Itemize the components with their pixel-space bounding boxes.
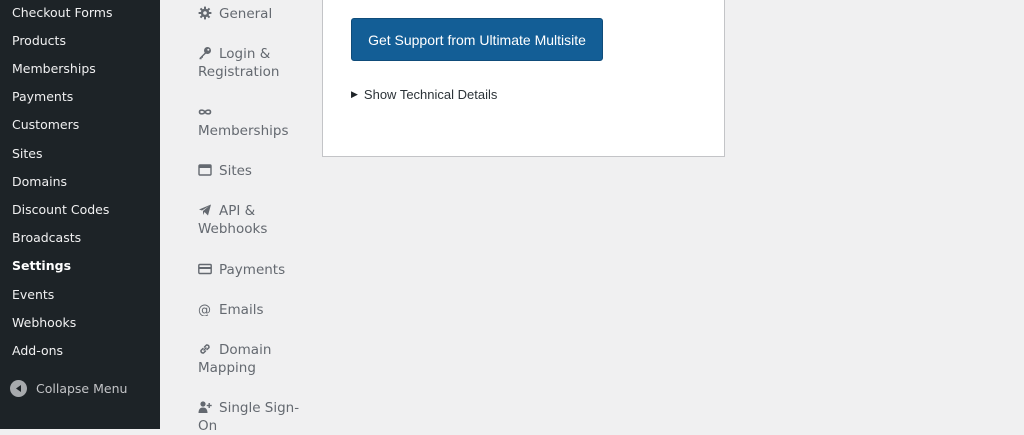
menu-item-domains[interactable]: Domains [0, 168, 160, 196]
technical-details-label: Show Technical Details [363, 87, 498, 102]
gear-icon [198, 6, 212, 20]
menu-item-webhooks[interactable]: Webhooks [0, 309, 160, 337]
admin-sidebar: Checkout Forms Products Memberships Paym… [0, 0, 160, 429]
settings-nav-emails-label: Emails [219, 302, 264, 318]
settings-nav-sites[interactable]: Sites [198, 162, 308, 180]
credit-card-icon [198, 262, 212, 276]
settings-nav-payments[interactable]: Payments [198, 261, 308, 279]
at-sign-icon: @ [198, 302, 212, 316]
menu-item-customers[interactable]: Customers [0, 111, 160, 139]
settings-nav-domain-mapping[interactable]: Domain Mapping [198, 341, 308, 377]
settings-nav-single-sign-on[interactable]: Single Sign-On [198, 399, 308, 435]
settings-nav-memberships[interactable]: Memberships [198, 104, 308, 140]
get-support-button[interactable]: Get Support from Ultimate Multisite [351, 18, 603, 61]
browser-window-icon [198, 163, 212, 177]
menu-item-events[interactable]: Events [0, 281, 160, 309]
infinity-icon [198, 105, 212, 119]
menu-item-discount-codes[interactable]: Discount Codes [0, 196, 160, 224]
paper-plane-icon [198, 203, 212, 217]
svg-text:@: @ [198, 303, 211, 316]
technical-details-toggle[interactable]: ▶ Show Technical Details [351, 87, 497, 102]
menu-item-settings[interactable]: Settings [0, 252, 160, 280]
support-card: Get Support from Ultimate Multisite ▶ Sh… [322, 0, 725, 157]
menu-item-payments[interactable]: Payments [0, 83, 160, 111]
menu-item-sites[interactable]: Sites [0, 140, 160, 168]
settings-nav-sites-label: Sites [219, 163, 252, 179]
collapse-menu-label: Collapse Menu [36, 380, 128, 396]
settings-nav-memberships-label: Memberships [198, 123, 289, 139]
menu-item-memberships[interactable]: Memberships [0, 55, 160, 83]
menu-item-checkout-forms[interactable]: Checkout Forms [0, 0, 160, 27]
disclosure-triangle-icon: ▶ [351, 89, 358, 99]
menu-item-products[interactable]: Products [0, 27, 160, 55]
user-add-icon [198, 400, 212, 414]
link-icon [198, 342, 212, 356]
settings-nav-login-registration[interactable]: Login & Registration [198, 45, 308, 81]
settings-nav-payments-label: Payments [219, 262, 286, 278]
menu-item-broadcasts[interactable]: Broadcasts [0, 224, 160, 252]
settings-nav-emails[interactable]: @ Emails [198, 301, 308, 319]
settings-nav-api-webhooks[interactable]: API & Webhooks [198, 202, 308, 238]
settings-nav-general-label: General [219, 6, 273, 22]
collapse-arrow-icon [10, 379, 27, 397]
key-icon [198, 46, 212, 60]
collapse-menu-button[interactable]: Collapse Menu [0, 374, 160, 402]
menu-item-add-ons[interactable]: Add-ons [0, 337, 160, 365]
collapse-menu-area: Collapse Menu [0, 371, 160, 429]
settings-nav-general[interactable]: General [198, 5, 308, 23]
